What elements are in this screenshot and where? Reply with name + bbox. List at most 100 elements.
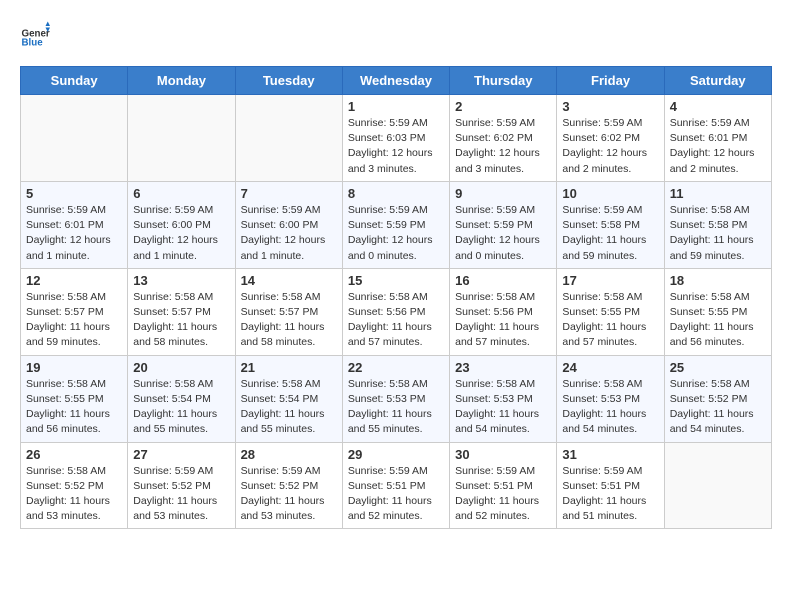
day-number: 28: [241, 447, 337, 462]
calendar-cell: 30Sunrise: 5:59 AM Sunset: 5:51 PM Dayli…: [450, 442, 557, 529]
day-info: Sunrise: 5:59 AM Sunset: 5:52 PM Dayligh…: [241, 464, 337, 525]
calendar-cell: 31 Sunrise: 5:59 AM Sunset: 5:51 PM Dayli…: [557, 442, 664, 529]
calendar-cell: 27 Sunrise: 5:59 AM Sunset: 5:52 PM Dayli…: [128, 442, 235, 529]
page-header: General Blue: [20, 20, 772, 50]
weekday-header-saturday: Saturday: [664, 67, 771, 95]
day-number: 4: [670, 99, 766, 114]
logo: General Blue: [20, 20, 50, 50]
day-info: Sunrise: 5:58 AM Sunset: 5:53 PM Dayligh…: [455, 377, 551, 438]
calendar-cell: 22 Sunrise: 5:58 AM Sunset: 5:53 PM Dayli…: [342, 355, 449, 442]
weekday-header-thursday: Thursday: [450, 67, 557, 95]
day-number: 1: [348, 99, 444, 114]
day-info: Sunrise: 5:58 AM Sunset: 5:58 PM Dayligh…: [670, 203, 766, 264]
day-number: 31: [562, 447, 658, 462]
calendar-cell: 24 Sunrise: 5:58 AM Sunset: 5:53 PM Dayli…: [557, 355, 664, 442]
calendar-cell: 20Sunrise: 5:58 AM Sunset: 5:54 PM Dayli…: [128, 355, 235, 442]
day-number: 17: [562, 273, 658, 288]
day-number: 27: [133, 447, 229, 462]
day-info: Sunrise: 5:59 AM Sunset: 5:59 PM Dayligh…: [455, 203, 551, 264]
day-number: 21: [241, 360, 337, 375]
calendar-week-row: 26 Sunrise: 5:58 AM Sunset: 5:52 PM Dayli…: [21, 442, 772, 529]
day-info: Sunrise: 5:59 AM Sunset: 5:58 PM Dayligh…: [562, 203, 658, 264]
calendar-cell: 28 Sunrise: 5:59 AM Sunset: 5:52 PM Dayli…: [235, 442, 342, 529]
day-number: 9: [455, 186, 551, 201]
day-number: 16: [455, 273, 551, 288]
calendar-cell: [664, 442, 771, 529]
calendar-cell: 17 Sunrise: 5:58 AM Sunset: 5:55 PM Dayli…: [557, 268, 664, 355]
day-number: 11: [670, 186, 766, 201]
day-info: Sunrise: 5:59 AM Sunset: 6:02 PM Dayligh…: [455, 116, 551, 177]
calendar-cell: 18 Sunrise: 5:58 AM Sunset: 5:55 PM Dayli…: [664, 268, 771, 355]
calendar-cell: 5 Sunrise: 5:59 AM Sunset: 6:01 PM Daylig…: [21, 181, 128, 268]
weekday-header-sunday: Sunday: [21, 67, 128, 95]
day-info: Sunrise: 5:58 AM Sunset: 5:55 PM Dayligh…: [562, 290, 658, 351]
calendar-body: 1Sunrise: 5:59 AM Sunset: 6:03 PM Daylig…: [21, 95, 772, 529]
day-number: 15: [348, 273, 444, 288]
day-number: 6: [133, 186, 229, 201]
calendar-header: SundayMondayTuesdayWednesdayThursdayFrid…: [21, 67, 772, 95]
calendar-cell: 25 Sunrise: 5:58 AM Sunset: 5:52 PM Dayli…: [664, 355, 771, 442]
weekday-header-wednesday: Wednesday: [342, 67, 449, 95]
day-number: 24: [562, 360, 658, 375]
svg-text:Blue: Blue: [22, 38, 44, 49]
calendar-cell: 14 Sunrise: 5:58 AM Sunset: 5:57 PM Dayli…: [235, 268, 342, 355]
calendar-week-row: 1Sunrise: 5:59 AM Sunset: 6:03 PM Daylig…: [21, 95, 772, 182]
logo-icon: General Blue: [20, 20, 50, 50]
calendar-cell: 12 Sunrise: 5:58 AM Sunset: 5:57 PM Dayli…: [21, 268, 128, 355]
day-number: 3: [562, 99, 658, 114]
day-info: Sunrise: 5:58 AM Sunset: 5:56 PM Dayligh…: [455, 290, 551, 351]
day-info: Sunrise: 5:58 AM Sunset: 5:52 PM Dayligh…: [26, 464, 122, 525]
day-info: Sunrise: 5:59 AM Sunset: 6:00 PM Dayligh…: [133, 203, 229, 264]
day-number: 26: [26, 447, 122, 462]
day-info: Sunrise: 5:59 AM Sunset: 6:00 PM Dayligh…: [241, 203, 337, 264]
day-number: 25: [670, 360, 766, 375]
calendar-week-row: 12 Sunrise: 5:58 AM Sunset: 5:57 PM Dayli…: [21, 268, 772, 355]
calendar-cell: 3Sunrise: 5:59 AM Sunset: 6:02 PM Daylig…: [557, 95, 664, 182]
day-info: Sunrise: 5:59 AM Sunset: 5:52 PM Dayligh…: [133, 464, 229, 525]
calendar-cell: 11 Sunrise: 5:58 AM Sunset: 5:58 PM Dayli…: [664, 181, 771, 268]
calendar-cell: 19Sunrise: 5:58 AM Sunset: 5:55 PM Dayli…: [21, 355, 128, 442]
calendar-cell: 26 Sunrise: 5:58 AM Sunset: 5:52 PM Dayli…: [21, 442, 128, 529]
day-number: 20: [133, 360, 229, 375]
calendar-cell: 4 Sunrise: 5:59 AM Sunset: 6:01 PM Daylig…: [664, 95, 771, 182]
day-number: 18: [670, 273, 766, 288]
calendar-table: SundayMondayTuesdayWednesdayThursdayFrid…: [20, 66, 772, 529]
weekday-header-tuesday: Tuesday: [235, 67, 342, 95]
day-number: 2: [455, 99, 551, 114]
day-number: 22: [348, 360, 444, 375]
weekday-header-friday: Friday: [557, 67, 664, 95]
day-info: Sunrise: 5:58 AM Sunset: 5:53 PM Dayligh…: [348, 377, 444, 438]
day-number: 30: [455, 447, 551, 462]
day-info: Sunrise: 5:58 AM Sunset: 5:54 PM Dayligh…: [241, 377, 337, 438]
calendar-week-row: 5 Sunrise: 5:59 AM Sunset: 6:01 PM Daylig…: [21, 181, 772, 268]
calendar-cell: 9 Sunrise: 5:59 AM Sunset: 5:59 PM Daylig…: [450, 181, 557, 268]
day-info: Sunrise: 5:59 AM Sunset: 6:01 PM Dayligh…: [670, 116, 766, 177]
day-info: Sunrise: 5:59 AM Sunset: 6:01 PM Dayligh…: [26, 203, 122, 264]
calendar-cell: 13Sunrise: 5:58 AM Sunset: 5:57 PM Dayli…: [128, 268, 235, 355]
day-info: Sunrise: 5:58 AM Sunset: 5:57 PM Dayligh…: [241, 290, 337, 351]
calendar-cell: [128, 95, 235, 182]
weekday-header-monday: Monday: [128, 67, 235, 95]
day-info: Sunrise: 5:58 AM Sunset: 5:57 PM Dayligh…: [26, 290, 122, 351]
day-info: Sunrise: 5:58 AM Sunset: 5:53 PM Dayligh…: [562, 377, 658, 438]
day-number: 8: [348, 186, 444, 201]
day-info: Sunrise: 5:58 AM Sunset: 5:55 PM Dayligh…: [670, 290, 766, 351]
day-info: Sunrise: 5:59 AM Sunset: 5:51 PM Dayligh…: [562, 464, 658, 525]
calendar-cell: 7Sunrise: 5:59 AM Sunset: 6:00 PM Daylig…: [235, 181, 342, 268]
calendar-week-row: 19Sunrise: 5:58 AM Sunset: 5:55 PM Dayli…: [21, 355, 772, 442]
day-info: Sunrise: 5:58 AM Sunset: 5:56 PM Dayligh…: [348, 290, 444, 351]
day-info: Sunrise: 5:58 AM Sunset: 5:52 PM Dayligh…: [670, 377, 766, 438]
calendar-cell: [21, 95, 128, 182]
calendar-cell: [235, 95, 342, 182]
day-number: 10: [562, 186, 658, 201]
day-number: 14: [241, 273, 337, 288]
calendar-cell: 29Sunrise: 5:59 AM Sunset: 5:51 PM Dayli…: [342, 442, 449, 529]
day-number: 5: [26, 186, 122, 201]
day-number: 12: [26, 273, 122, 288]
calendar-cell: 8 Sunrise: 5:59 AM Sunset: 5:59 PM Daylig…: [342, 181, 449, 268]
calendar-cell: 2 Sunrise: 5:59 AM Sunset: 6:02 PM Daylig…: [450, 95, 557, 182]
day-info: Sunrise: 5:59 AM Sunset: 5:59 PM Dayligh…: [348, 203, 444, 264]
day-info: Sunrise: 5:58 AM Sunset: 5:57 PM Dayligh…: [133, 290, 229, 351]
calendar-cell: 6 Sunrise: 5:59 AM Sunset: 6:00 PM Daylig…: [128, 181, 235, 268]
calendar-cell: 21 Sunrise: 5:58 AM Sunset: 5:54 PM Dayli…: [235, 355, 342, 442]
